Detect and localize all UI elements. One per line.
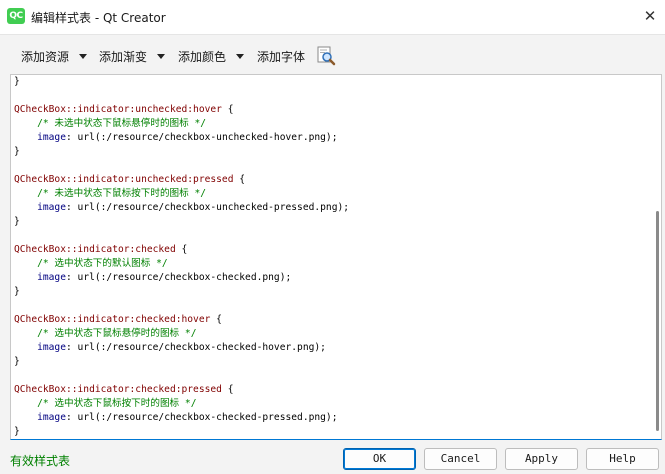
code-text: } [14, 146, 20, 157]
code-text: { [221, 104, 234, 115]
code-line: QCheckBox::indicator:unchecked:hover { [14, 103, 349, 117]
code-comment: /* 未选中状态下鼠标悬停时的图标 */ [37, 118, 207, 129]
add-font-button[interactable]: 添加字体 [257, 48, 305, 65]
code-text: : url(:/resource/checkbox-unchecked-pres… [66, 202, 350, 213]
code-text: { [221, 384, 234, 395]
code-selector: QCheckBox::indicator:unchecked:hover [14, 104, 222, 115]
title-bar: QC 编辑样式表 - Qt Creator ✕ [0, 0, 665, 35]
code-comment: /* 选中状态下的默认图标 */ [37, 258, 168, 269]
code-text: } [14, 216, 20, 227]
code-property: image [37, 272, 66, 283]
add-color-label: 添加颜色 [178, 50, 227, 64]
code-text: : url(:/resource/checkbox-checked-presse… [66, 412, 338, 423]
close-button[interactable]: ✕ [635, 0, 665, 34]
code-text: } [14, 76, 20, 87]
code-selector: QCheckBox::indicator:checked:hover [14, 314, 211, 325]
add-gradient-dropdown[interactable]: 添加渐变 [99, 48, 166, 65]
code-line: image: url(:/resource/checkbox-checked.p… [14, 271, 349, 285]
add-color-dropdown[interactable]: 添加颜色 [178, 48, 245, 65]
code-property: image [37, 202, 66, 213]
chevron-down-icon [236, 54, 245, 59]
code-comment: /* 选中状态下鼠标按下时的图标 */ [37, 398, 197, 409]
code-line: } [14, 215, 349, 229]
code-line: image: url(:/resource/checkbox-unchecked… [14, 131, 349, 145]
add-font-label: 添加字体 [257, 50, 306, 64]
code-selector: QCheckBox::indicator:unchecked:pressed [14, 174, 234, 185]
chevron-down-icon [79, 54, 88, 59]
code-line: QCheckBox::indicator:checked:hover { [14, 313, 349, 327]
code-selector: QCheckBox::indicator:checked [14, 244, 176, 255]
add-resource-label: 添加资源 [21, 50, 70, 64]
code-line: /* 选中状态下的默认图标 */ [14, 257, 349, 271]
chevron-down-icon [157, 54, 166, 59]
code-line: QCheckBox::indicator:unchecked:pressed { [14, 173, 349, 187]
code-property: image [37, 412, 66, 423]
code-line: } [14, 75, 349, 89]
cancel-button[interactable]: Cancel [424, 448, 497, 470]
code-text: } [14, 286, 20, 297]
code-text: } [14, 356, 20, 367]
vertical-scrollbar[interactable] [656, 77, 660, 435]
add-resource-dropdown[interactable]: 添加资源 [21, 48, 88, 65]
code-text: { [233, 174, 246, 185]
code-line: image: url(:/resource/checkbox-unchecked… [14, 201, 349, 215]
scrollbar-thumb[interactable] [656, 211, 659, 431]
code-line: QCheckBox::indicator:checked { [14, 243, 349, 257]
status-valid-label: 有效样式表 [10, 454, 71, 468]
code-property: image [37, 132, 66, 143]
ok-button[interactable]: OK [343, 448, 416, 470]
code-text: : url(:/resource/checkbox-checked.png); [66, 272, 292, 283]
code-line: } [14, 285, 349, 299]
apply-button[interactable]: Apply [505, 448, 578, 470]
code-line: /* 选中状态下鼠标按下时的图标 */ [14, 397, 349, 411]
code-text: } [14, 426, 20, 437]
stylesheet-editor[interactable]: } QCheckBox::indicator:unchecked:hover { … [10, 74, 662, 440]
code-line: QCheckBox::indicator:checked:pressed { [14, 383, 349, 397]
code-line: image: url(:/resource/checkbox-checked-h… [14, 341, 349, 355]
code-line: image: url(:/resource/checkbox-checked-p… [14, 411, 349, 425]
add-gradient-label: 添加渐变 [99, 50, 148, 64]
magnifier-document-icon[interactable] [316, 46, 336, 66]
help-button[interactable]: Help [586, 448, 659, 470]
qt-creator-logo-icon: QC [7, 8, 25, 24]
code-text: { [175, 244, 188, 255]
code-line: } [14, 425, 349, 439]
window-title: 编辑样式表 - Qt Creator [31, 11, 166, 25]
code-line: /* 未选中状态下鼠标按下时的图标 */ [14, 187, 349, 201]
code-line: } [14, 355, 349, 369]
code-text: : url(:/resource/checkbox-unchecked-hove… [66, 132, 338, 143]
code-selector: QCheckBox::indicator:checked:pressed [14, 384, 222, 395]
code-text: } QCheckBox::indicator:unchecked:hover { … [14, 75, 349, 439]
code-text: : url(:/resource/checkbox-checked-hover.… [66, 342, 326, 353]
code-line: /* 选中状态下鼠标悬停时的图标 */ [14, 327, 349, 341]
code-line: } [14, 145, 349, 159]
code-text: { [210, 314, 222, 325]
code-property: image [37, 342, 66, 353]
code-comment: /* 选中状态下鼠标悬停时的图标 */ [37, 328, 197, 339]
code-comment: /* 未选中状态下鼠标按下时的图标 */ [37, 188, 207, 199]
code-line: /* 未选中状态下鼠标悬停时的图标 */ [14, 117, 349, 131]
